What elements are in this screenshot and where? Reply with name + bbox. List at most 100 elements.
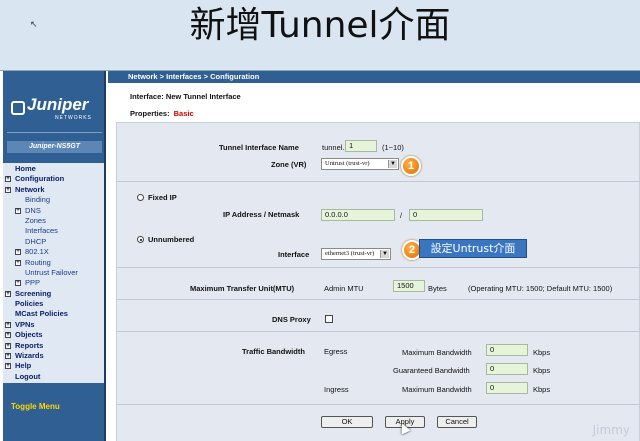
- sidebar-item-label: Network: [15, 184, 45, 194]
- sidebar-item-vpns[interactable]: + VPNs: [3, 320, 104, 330]
- sidebar-item-dhcp[interactable]: DHCP: [3, 237, 104, 247]
- kbps-label: Kbps: [533, 385, 551, 394]
- expand-plus-icon[interactable]: +: [5, 332, 11, 339]
- sidebar-item-logout[interactable]: Logout: [3, 372, 104, 382]
- expand-plus-icon[interactable]: +: [5, 290, 11, 297]
- expand-plus-icon[interactable]: +: [5, 186, 11, 193]
- expand-plus-icon[interactable]: +: [5, 321, 11, 328]
- mtu-input[interactable]: 1500: [393, 280, 425, 292]
- divider: [117, 267, 639, 268]
- sidebar-item-policies[interactable]: Policies: [3, 299, 104, 309]
- sidebar-item-802-1x[interactable]: +802.1X: [3, 247, 104, 257]
- sidebar-item-binding[interactable]: Binding: [3, 195, 104, 205]
- sidebar-item-configuration[interactable]: + Configuration: [3, 174, 104, 184]
- unnumbered-label: Unnumbered: [148, 235, 195, 244]
- mouse-cursor-icon: ↖: [30, 20, 38, 30]
- unnumbered-radio[interactable]: [137, 236, 144, 243]
- expand-plus-icon[interactable]: +: [5, 176, 11, 183]
- expand-plus-icon[interactable]: +: [5, 342, 11, 349]
- sidebar-item-untrust-failover[interactable]: Untrust Failover: [3, 268, 104, 278]
- dns-proxy-label: DNS Proxy: [272, 315, 311, 324]
- sidebar-item-label: Home: [15, 164, 36, 173]
- interface-label: Interface: [278, 250, 310, 259]
- sidebar-item-dns[interactable]: + DNS: [3, 206, 104, 216]
- sidebar-item-interfaces[interactable]: Interfaces: [3, 226, 104, 236]
- divider: [117, 299, 639, 300]
- sidebar-item-objects[interactable]: + Objects: [3, 330, 104, 340]
- egress-max-input[interactable]: 0: [486, 344, 528, 356]
- interface-select[interactable]: ethernet3 (trust-vr) ▼: [321, 248, 391, 260]
- sidebar-item-label: Interfaces: [25, 226, 58, 236]
- sidebar-item-label: Routing: [25, 257, 51, 267]
- sidebar-item-label: DHCP: [25, 236, 47, 246]
- main-panel: Network > Interfaces > Configuration Int…: [108, 71, 640, 441]
- kbps-label: Kbps: [533, 348, 551, 357]
- breadcrumb: Network > Interfaces > Configuration: [108, 71, 640, 83]
- tunnel-name-label: Tunnel Interface Name: [219, 143, 299, 152]
- sidebar-item-label: Zones: [25, 215, 46, 225]
- juniper-logo-icon: [11, 101, 25, 115]
- netmask-input[interactable]: 0: [409, 209, 483, 221]
- sidebar-item-reports[interactable]: + Reports: [3, 341, 104, 351]
- sidebar-item-label: Logout: [15, 371, 41, 381]
- fixed-ip-radio[interactable]: [137, 194, 144, 201]
- juniper-logo: Juniper NETWORKS: [7, 85, 102, 133]
- expand-plus-icon[interactable]: +: [15, 280, 21, 287]
- ingress-label: Ingress: [324, 385, 349, 394]
- expand-plus-icon[interactable]: +: [15, 207, 21, 214]
- ip-address-input[interactable]: 0.0.0.0: [321, 209, 395, 221]
- sidebar-item-label: Untrust Failover: [25, 267, 78, 277]
- cancel-button[interactable]: Cancel: [437, 416, 477, 428]
- sidebar-item-zones[interactable]: Zones: [3, 216, 104, 226]
- config-form: Tunnel Interface Name tunnel. 1 (1~10) Z…: [116, 122, 640, 441]
- sidebar-item-label: 802.1X: [25, 247, 49, 257]
- step-badge-1: 1: [401, 156, 421, 176]
- interface-select-value: ethernet3 (trust-vr): [325, 250, 375, 257]
- expand-plus-icon[interactable]: +: [15, 249, 21, 256]
- sidebar-item-screening[interactable]: + Screening: [3, 289, 104, 299]
- sidebar-item-routing[interactable]: + Routing: [3, 258, 104, 268]
- properties-basic-link[interactable]: Basic: [174, 109, 194, 118]
- egress-guaranteed-label: Guaranteed Bandwidth: [393, 366, 470, 375]
- toggle-menu-link[interactable]: Toggle Menu: [11, 402, 60, 411]
- sidebar-item-label: Binding: [25, 195, 51, 205]
- sidebar-item-help[interactable]: + Help: [3, 361, 104, 371]
- ingress-max-input[interactable]: 0: [486, 382, 528, 394]
- admin-mtu-label: Admin MTU: [324, 284, 364, 293]
- egress-label: Egress: [324, 347, 348, 356]
- mtu-label: Maximum Transfer Unit(MTU): [190, 284, 295, 293]
- ok-button[interactable]: OK: [321, 416, 373, 428]
- tunnel-prefix: tunnel.: [322, 143, 345, 152]
- expand-plus-icon[interactable]: +: [15, 259, 21, 266]
- sidebar-item-label: Objects: [15, 330, 43, 340]
- sidebar-item-ppp[interactable]: + PPP: [3, 278, 104, 288]
- divider: [117, 331, 639, 332]
- egress-guaranteed-input[interactable]: 0: [486, 363, 528, 375]
- ip-netmask-label: IP Address / Netmask: [223, 210, 300, 219]
- dns-proxy-checkbox[interactable]: [325, 315, 333, 323]
- sidebar-item-label: Help: [15, 361, 32, 371]
- expand-plus-icon[interactable]: +: [5, 363, 11, 370]
- sidebar-item-label: Screening: [15, 288, 52, 298]
- zone-select-value: Untrust (trust-vr): [325, 160, 370, 167]
- page-heading: Interface: New Tunnel Interface: [130, 92, 241, 101]
- kbps-label: Kbps: [533, 366, 551, 375]
- ip-slash: /: [400, 211, 403, 220]
- sidebar-item-mcast-policies[interactable]: MCast Policies: [3, 309, 104, 319]
- ingress-max-label: Maximum Bandwidth: [402, 385, 472, 394]
- divider: [117, 404, 639, 405]
- expand-plus-icon[interactable]: +: [5, 353, 11, 360]
- sidebar-item-network[interactable]: + Network: [3, 185, 104, 195]
- logo-subtext: NETWORKS: [55, 115, 92, 121]
- sidebar-item-label: MCast Policies: [15, 309, 68, 319]
- sidebar-item-label: Wizards: [15, 351, 44, 361]
- zone-select[interactable]: Untrust (trust-vr) ▼: [321, 158, 399, 170]
- nav-menu: Home + Configuration + Network Binding + DNS Zon…: [3, 163, 104, 384]
- sidebar-item-label: VPNs: [15, 319, 35, 329]
- slide-title: 新增Tunnel介面: [189, 5, 451, 46]
- sidebar-item-home[interactable]: Home: [3, 164, 104, 174]
- sidebar-item-wizards[interactable]: + Wizards: [3, 351, 104, 361]
- fixed-ip-label: Fixed IP: [148, 193, 177, 202]
- tunnel-number-input[interactable]: 1: [345, 140, 377, 152]
- device-name: Juniper-NS5GT: [7, 141, 102, 153]
